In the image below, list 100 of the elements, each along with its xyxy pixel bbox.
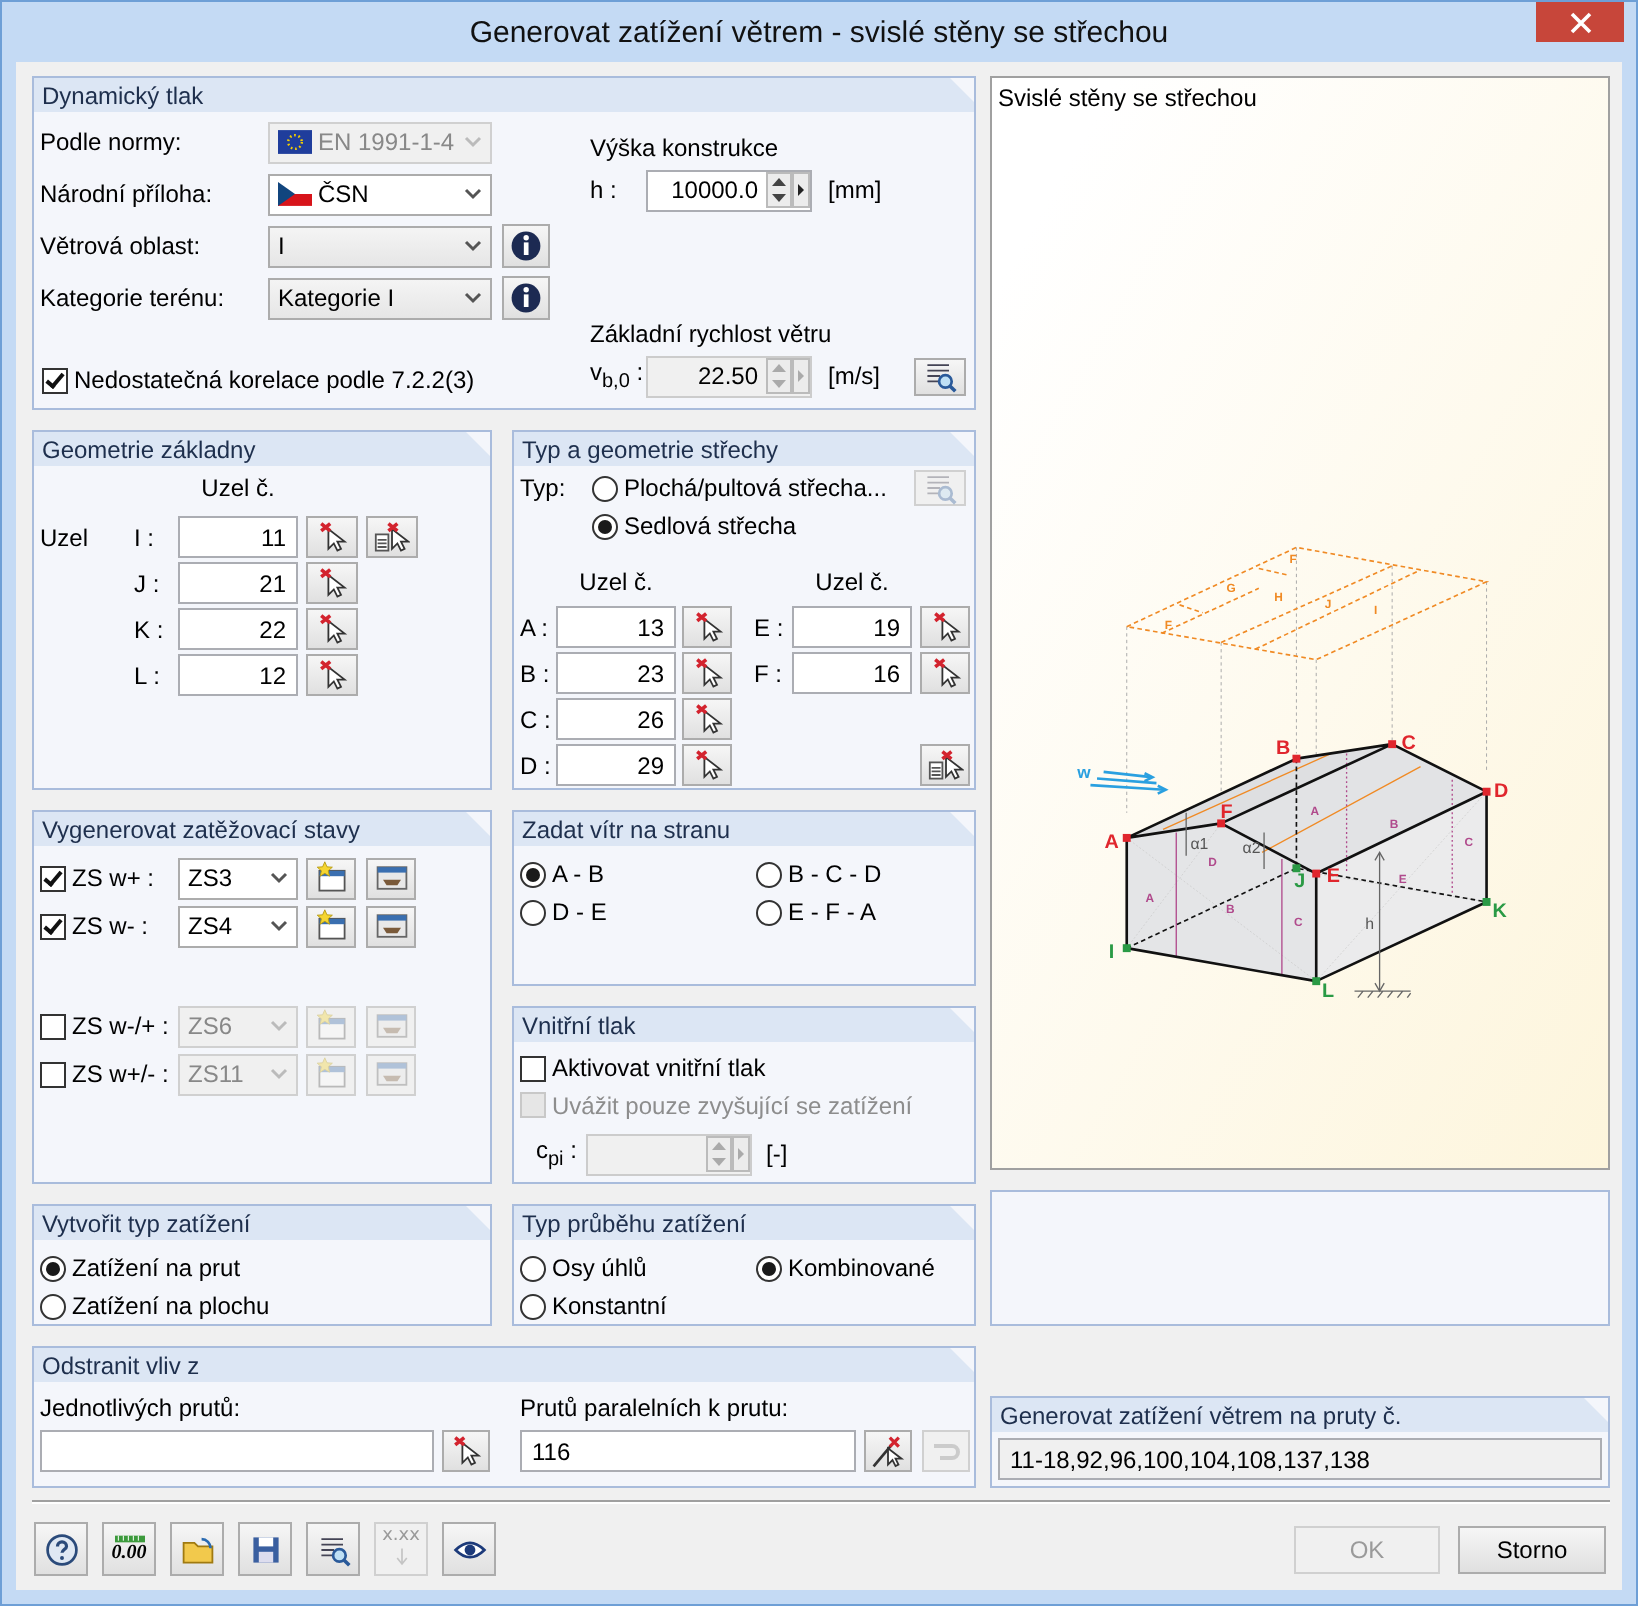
node-label: D : (520, 751, 553, 779)
pick-node-button[interactable] (306, 516, 358, 558)
radio-button[interactable]: Plochá/pultová střecha... (592, 470, 887, 506)
dropdown[interactable]: ZS3 (178, 857, 298, 899)
field-label: Kategorie terénu: (40, 284, 227, 312)
radio-button[interactable]: Sedlová střecha (592, 508, 887, 544)
input-field[interactable]: 19 (792, 606, 912, 648)
info-icon (508, 280, 544, 316)
input-field[interactable]: 13 (556, 606, 676, 648)
input-field[interactable]: 23 (556, 652, 676, 694)
window-icon (373, 1008, 409, 1044)
window-title: Generovat zatížení větrem - svislé stěny se střechou (469, 15, 1169, 49)
caret-icon (270, 872, 288, 884)
pick-list-button[interactable] (366, 516, 418, 558)
view-button[interactable] (306, 1522, 360, 1576)
checkbox[interactable]: ZS w-/+ : (40, 1008, 178, 1044)
input-field[interactable]: 26 (556, 698, 676, 740)
radio-button[interactable]: Osy úhlů (520, 1250, 756, 1286)
symbol-label: h : (590, 176, 619, 204)
field-label: Podle normy: (40, 128, 184, 156)
node-label: D (1493, 780, 1509, 803)
save-icon (247, 1531, 283, 1567)
edit-load-case-button[interactable] (366, 905, 416, 947)
radio-button[interactable]: Zatížení na prut (40, 1250, 440, 1286)
radio-button[interactable]: Konstantní (520, 1288, 756, 1324)
unit-label: [m/s] (828, 362, 880, 390)
magnifier-icon (922, 358, 958, 394)
input-field[interactable]: 11-18,92,96,100,104,108,137,138 (998, 1438, 1602, 1480)
node-label: F : (754, 659, 784, 687)
node-label: J (1294, 871, 1306, 894)
pick-node-button[interactable] (682, 606, 732, 648)
pick-parallel-button[interactable] (864, 1430, 912, 1472)
field-label: Větrová oblast: (40, 232, 203, 260)
input-field[interactable]: 21 (178, 562, 298, 604)
cursor-icon (314, 611, 350, 647)
radio-button[interactable]: Kombinované (756, 1250, 976, 1286)
dialog-button[interactable]: Storno (1458, 1525, 1606, 1573)
pick-member-button[interactable] (442, 1430, 490, 1472)
group-title: Geometrie základny (42, 435, 256, 463)
ruler-icon (111, 1534, 147, 1544)
new-load-case-button[interactable] (306, 857, 356, 899)
checkbox[interactable]: ZS w- : (40, 908, 178, 944)
column-header: Uzel č. (199, 473, 277, 505)
group-title: Vygenerovat zatěžovací stavy (42, 815, 360, 843)
group-title: Vnitřní tlak (522, 1011, 636, 1039)
radio-button[interactable]: D - E (520, 894, 756, 930)
pick-node-button[interactable] (682, 698, 732, 740)
spin-button[interactable] (766, 172, 792, 208)
save-button[interactable] (238, 1522, 292, 1576)
dropdown[interactable]: ČSN (268, 173, 492, 215)
checkbox[interactable]: ZS w+ : (40, 860, 178, 896)
radio-button[interactable]: Zatížení na plochu (40, 1288, 440, 1324)
number-field[interactable]: 10000.0 (646, 169, 812, 211)
radio-button[interactable]: B - C - D (756, 856, 976, 892)
node-label: E : (754, 613, 786, 641)
close-icon (1569, 11, 1591, 33)
input-field[interactable]: 116 (520, 1430, 856, 1472)
decimals-button[interactable]: 0.00 (102, 1522, 156, 1576)
info-button[interactable] (502, 224, 550, 268)
group-title: Typ průběhu zatížení (522, 1209, 747, 1237)
dropdown[interactable]: ZS4 (178, 905, 298, 947)
caret-icon (464, 240, 482, 252)
pick-node-button[interactable] (682, 652, 732, 694)
pick-node-button[interactable] (306, 654, 358, 696)
pick-node-button[interactable] (920, 606, 970, 648)
pick-list-button[interactable] (920, 744, 970, 786)
input-field[interactable] (40, 1430, 434, 1472)
input-field[interactable]: 29 (556, 744, 676, 786)
caret-icon (464, 136, 482, 148)
checkbox[interactable]: Nedostatečná korelace podle 7.2.2(3) (42, 362, 475, 398)
help-button[interactable] (34, 1522, 88, 1576)
input-field[interactable]: 11 (178, 516, 298, 558)
node-label: J : (134, 569, 162, 597)
node-label: K : (134, 615, 166, 643)
menu-arrow-button[interactable] (792, 172, 810, 208)
magnifier-icon (922, 470, 958, 506)
pick-node-button[interactable] (306, 562, 358, 604)
pick-node-button[interactable] (920, 652, 970, 694)
input-field[interactable]: 16 (792, 652, 912, 694)
dropdown[interactable]: Kategorie I (268, 277, 492, 319)
pick-node-button[interactable] (306, 608, 358, 650)
input-field[interactable]: 22 (178, 608, 298, 650)
caret-icon (270, 1068, 288, 1080)
help-icon (43, 1531, 79, 1567)
group-title: Generovat zatížení větrem na pruty č. (1000, 1401, 1402, 1429)
symbol-label: v$_{b,0}$ : (590, 358, 646, 394)
radio-button[interactable]: E - F - A (756, 894, 976, 930)
checkbox[interactable]: Aktivovat vnitřní tlak (520, 1050, 766, 1086)
open-button[interactable] (170, 1522, 224, 1576)
show-button[interactable] (442, 1522, 496, 1576)
input-field[interactable]: 12 (178, 654, 298, 696)
details-button[interactable] (914, 357, 966, 395)
edit-load-case-button[interactable] (366, 857, 416, 899)
info-button[interactable] (502, 276, 550, 320)
checkbox[interactable]: ZS w+/- : (40, 1056, 178, 1092)
close-button[interactable] (1536, 2, 1624, 42)
radio-button[interactable]: A - B (520, 856, 756, 892)
pick-node-button[interactable] (682, 744, 732, 786)
dropdown[interactable]: I (268, 225, 492, 267)
new-load-case-button[interactable] (306, 905, 356, 947)
